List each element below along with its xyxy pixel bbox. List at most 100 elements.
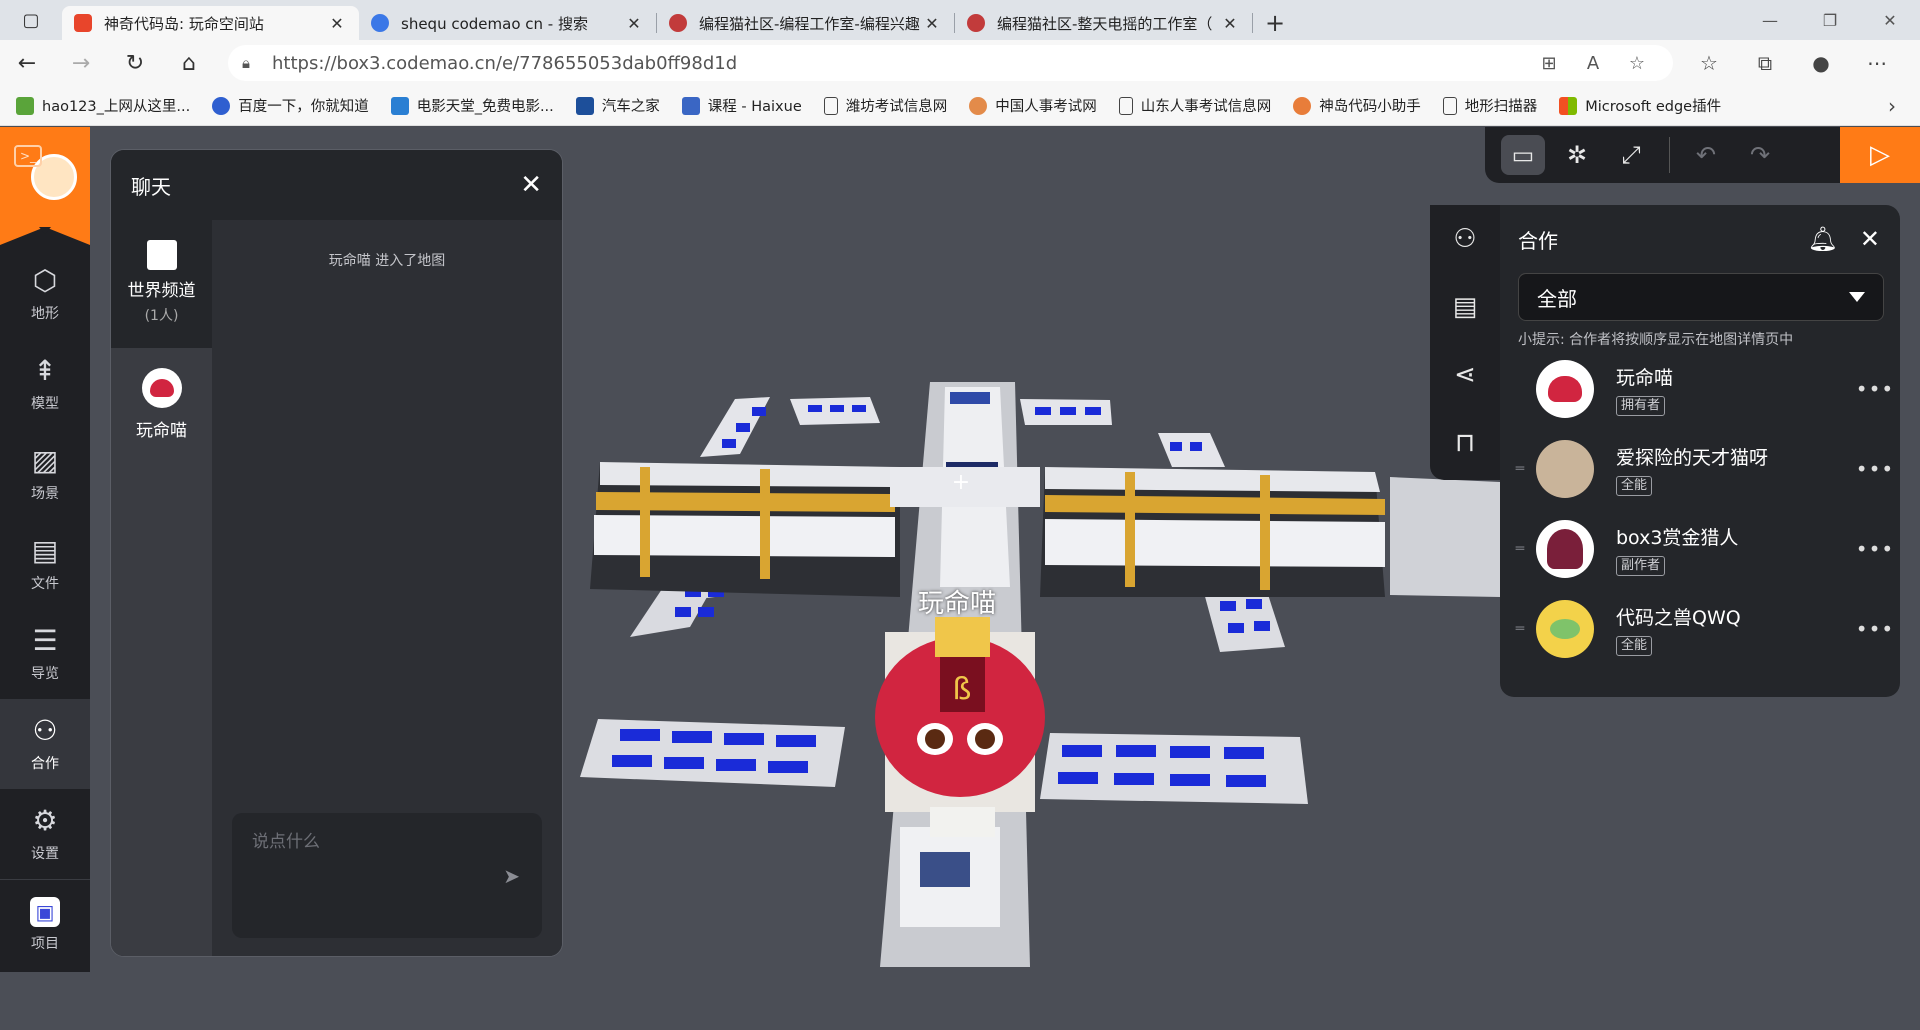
member-role-badge: 全能 xyxy=(1616,475,1653,496)
tab-close-icon[interactable]: ✕ xyxy=(922,14,942,33)
bookmark-favicon-icon xyxy=(390,96,409,115)
lock-icon[interactable]: 🔒︎ xyxy=(242,54,272,72)
browser-tab-1[interactable]: shequ codemao cn - 搜索 ✕ xyxy=(359,6,656,40)
sidebar-item-coop[interactable]: ⚇ 合作 xyxy=(0,699,90,789)
bookmark-8[interactable]: 神岛代码小助手 xyxy=(1293,95,1421,116)
new-tab-button[interactable]: + xyxy=(1253,6,1297,40)
bookmark-3[interactable]: 汽车之家 xyxy=(575,95,660,116)
document-icon xyxy=(146,240,177,270)
bookmark-9[interactable]: 地形扫描器 xyxy=(1442,95,1538,116)
project-icon: ▣ xyxy=(30,897,60,927)
users-icon[interactable]: ⚇ xyxy=(1430,205,1500,273)
coop-tip: 小提示: 合作者将按顺序显示在地图详情页中 xyxy=(1518,332,1794,348)
sidebar-item-project[interactable]: ▣ 项目 xyxy=(0,880,90,970)
member-row[interactable]: ═ 代码之兽QWQ 全能 ••• xyxy=(1500,589,1900,669)
terminal-icon[interactable]: >_ xyxy=(14,145,42,167)
editor-viewport[interactable]: ß + 玩命喵 >_ ⬡ 地形 ⇞ 模型 ▨ 场景 ▤ 文件 ☰ 导览 ⚇ 合作… xyxy=(0,127,1920,1030)
bug-icon[interactable]: ✲ xyxy=(1555,135,1599,175)
avatar xyxy=(1536,360,1594,418)
restore-icon[interactable]: ❐ xyxy=(1800,0,1860,40)
chevron-right-icon[interactable]: › xyxy=(1888,94,1896,118)
sidebar-item-terrain[interactable]: ⬡ 地形 xyxy=(0,249,90,339)
collections-icon[interactable]: ⧉ xyxy=(1737,51,1793,75)
more-icon[interactable]: ⋯ xyxy=(1849,51,1905,75)
sidebar-item-settings[interactable]: ⚙ 设置 xyxy=(0,789,90,879)
home-icon[interactable]: ⌂ xyxy=(162,51,216,76)
send-icon[interactable]: ➤ xyxy=(503,864,520,888)
chat-input[interactable]: 说点什么 ➤ xyxy=(232,813,542,938)
sidebar-item-guide[interactable]: ☰ 导览 xyxy=(0,609,90,699)
url-field[interactable]: 🔒︎ https://box3.codemao.cn/e/778655053da… xyxy=(228,45,1673,81)
editor-toolbar: ▭ ✲ ⤢ ↶ ↷ ▷ xyxy=(1485,127,1920,183)
undo-icon[interactable]: ↶ xyxy=(1684,135,1728,175)
channel-world[interactable]: 世界频道 (1人) xyxy=(111,220,212,348)
browser-tab-3[interactable]: 编程猫社区-整天电摇的工作室（ ✕ xyxy=(955,6,1252,40)
toolbar-tools: ▭ ✲ ⤢ ↶ ↷ xyxy=(1485,127,1840,183)
browser-tab-0[interactable]: 神奇代码岛: 玩命空间站 ✕ xyxy=(62,6,359,40)
id-card-icon[interactable]: ▤ xyxy=(1430,273,1500,341)
member-row[interactable]: ═ 玩命喵 拥有者 ••• xyxy=(1500,349,1900,429)
sidebar-item-label: 场景 xyxy=(31,486,59,502)
tab-title: 神奇代码岛: 玩命空间站 xyxy=(104,14,264,33)
sidebar-item-files[interactable]: ▤ 文件 xyxy=(0,519,90,609)
sidebar-item-label: 项目 xyxy=(31,936,59,952)
refresh-icon[interactable]: ↻ xyxy=(108,51,162,76)
more-icon[interactable]: ••• xyxy=(1850,377,1900,401)
forward-icon[interactable]: → xyxy=(54,51,108,76)
close-icon[interactable]: ✕ xyxy=(1860,225,1880,253)
tab-close-icon[interactable]: ✕ xyxy=(327,14,347,33)
back-icon[interactable]: ← xyxy=(0,51,54,76)
member-row[interactable]: ═ 爱探险的天才猫呀 全能 ••• xyxy=(1500,429,1900,509)
tab-close-icon[interactable]: ✕ xyxy=(624,14,644,33)
more-icon[interactable]: ••• xyxy=(1850,457,1900,481)
member-row[interactable]: ═ box3赏金猎人 副作者 ••• xyxy=(1500,509,1900,589)
drag-handle-icon[interactable]: ═ xyxy=(1512,541,1528,557)
sidebar-item-scene[interactable]: ▨ 场景 xyxy=(0,429,90,519)
drag-handle-icon[interactable]: ═ xyxy=(1512,621,1528,637)
more-icon[interactable]: ••• xyxy=(1850,537,1900,561)
avatar xyxy=(1536,520,1594,578)
bookmark-10[interactable]: Microsoft edge插件 xyxy=(1559,95,1721,116)
bookmark-1[interactable]: 百度一下，你就知道 xyxy=(212,95,369,116)
bookmark-5[interactable]: 潍坊考试信息网 xyxy=(823,95,947,116)
channel-direct[interactable]: 玩命喵 xyxy=(111,348,212,448)
app-available-icon[interactable]: ⊞ xyxy=(1527,53,1571,74)
sidebar-item-model[interactable]: ⇞ 模型 xyxy=(0,339,90,429)
window-controls: — ❐ ✕ xyxy=(1740,0,1920,40)
redo-icon[interactable]: ↷ xyxy=(1738,135,1782,175)
browser-tab-2[interactable]: 编程猫社区-编程工作室-编程兴趣 ✕ xyxy=(657,6,954,40)
tab-actions-button[interactable]: ▢ xyxy=(0,0,62,40)
play-icon: ▷ xyxy=(1870,140,1890,170)
profile-icon[interactable]: ● xyxy=(1793,51,1849,75)
more-icon[interactable]: ••• xyxy=(1850,617,1900,641)
lock-icon[interactable]: ⊓ xyxy=(1430,409,1500,477)
bookmark-6[interactable]: 中国人事考试网 xyxy=(969,95,1097,116)
share-icon[interactable]: ⋖ xyxy=(1430,341,1500,409)
tab-favicon-icon xyxy=(371,14,389,32)
add-favorite-icon[interactable]: ☆ xyxy=(1615,53,1659,74)
chevron-down-icon[interactable] xyxy=(39,227,51,234)
bell-icon[interactable]: 🔔︎ xyxy=(1807,225,1837,253)
bookmark-7[interactable]: 山东人事考试信息网 xyxy=(1118,95,1271,116)
bookmark-0[interactable]: hao123_上网从这里... xyxy=(16,95,190,116)
app-logo[interactable]: >_ xyxy=(0,127,90,227)
member-role-badge: 副作者 xyxy=(1616,555,1666,576)
minimize-icon[interactable]: — xyxy=(1740,0,1800,40)
close-icon[interactable]: ✕ xyxy=(520,170,542,200)
tab-favicon-icon xyxy=(74,14,92,32)
favorites-icon[interactable]: ☆ xyxy=(1681,51,1737,75)
resize-icon[interactable]: ⤢ xyxy=(1609,135,1653,175)
bookmark-4[interactable]: 课程 - Haixue xyxy=(681,95,802,116)
role-filter-select[interactable]: 全部 xyxy=(1518,273,1884,321)
bookmark-2[interactable]: 电影天堂_免费电影... xyxy=(390,95,554,116)
read-aloud-icon[interactable]: A xyxy=(1571,53,1615,74)
tab-close-icon[interactable]: ✕ xyxy=(1220,14,1240,33)
run-button[interactable]: ▷ xyxy=(1840,127,1920,183)
bookmark-label: 地形扫描器 xyxy=(1464,99,1538,115)
chat-bubble-icon[interactable]: ▭ xyxy=(1501,135,1545,175)
close-window-icon[interactable]: ✕ xyxy=(1860,0,1920,40)
drag-handle-icon[interactable]: ═ xyxy=(1512,461,1528,477)
crosshair-icon: + xyxy=(952,470,970,495)
bookmark-label: 课程 - Haixue xyxy=(707,99,802,115)
channel-name: 玩命喵 xyxy=(136,421,187,441)
